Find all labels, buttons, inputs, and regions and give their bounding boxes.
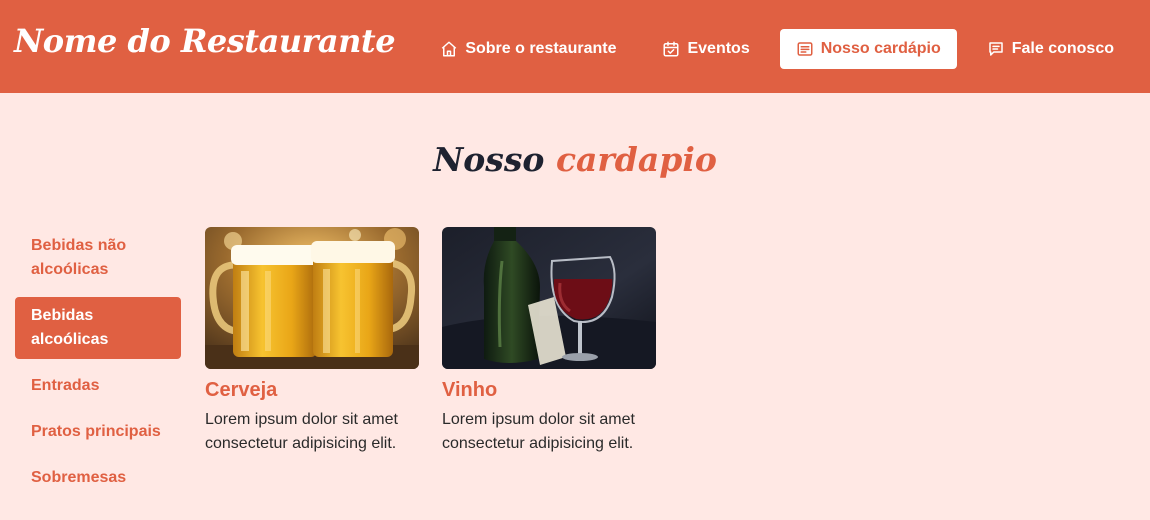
category-item-pratos-principais[interactable]: Pratos principais — [15, 413, 181, 451]
menu-item-description: Lorem ipsum dolor sit amet consectetur a… — [205, 411, 398, 452]
brand-logo[interactable]: Nome do Restaurante — [14, 22, 396, 60]
beer-mugs-photo — [205, 227, 419, 369]
nav-label-eventos: Eventos — [687, 40, 750, 57]
section-title-part1: Nosso — [433, 140, 545, 179]
chat-icon — [989, 42, 1003, 56]
menu-item-title: Cerveja — [205, 379, 278, 401]
nav-item-sobre[interactable]: Sobre o restaurante — [424, 29, 632, 69]
category-item-bebidas-alcoolicas[interactable]: Bebidas alcoólicas — [15, 297, 181, 359]
nav-label-sobre: Sobre o restaurante — [465, 40, 617, 57]
nav-label-cardapio: Nosso cardápio — [820, 40, 941, 57]
section-title: Nosso cardapio — [0, 140, 1150, 179]
category-sidebar: Bebidas não alcoólicas Bebidas alcoólica… — [15, 227, 181, 505]
menu-card-cerveja[interactable]: Cerveja Lorem ipsum dolor sit amet conse… — [205, 227, 419, 456]
menu-item-title: Vinho — [442, 379, 498, 401]
menu-card-vinho[interactable]: Vinho Lorem ipsum dolor sit amet consect… — [442, 227, 656, 456]
category-item-entradas[interactable]: Entradas — [15, 367, 181, 405]
wine-bottle-glass-photo — [442, 227, 656, 369]
nav-item-eventos[interactable]: Eventos — [646, 29, 765, 69]
menu-item-description: Lorem ipsum dolor sit amet consectetur a… — [442, 411, 635, 452]
top-navbar: Nome do Restaurante Sobre o restaurante … — [0, 0, 1150, 93]
nav-item-contato[interactable]: Fale conosco — [971, 29, 1130, 69]
nav-label-contato: Fale conosco — [1011, 40, 1114, 57]
category-item-bebidas-nao-alcoolicas[interactable]: Bebidas não alcoólicas — [15, 227, 181, 289]
calendar-check-icon — [663, 41, 679, 57]
home-icon — [442, 41, 457, 57]
nav-item-cardapio[interactable]: Nosso cardápio — [779, 29, 957, 69]
category-item-sobremesas[interactable]: Sobremesas — [15, 459, 181, 497]
menu-list-icon — [797, 42, 813, 56]
main-nav: Sobre o restaurante Eventos Nosso cardáp… — [424, 29, 1130, 69]
section-title-part2: cardapio — [555, 140, 717, 179]
